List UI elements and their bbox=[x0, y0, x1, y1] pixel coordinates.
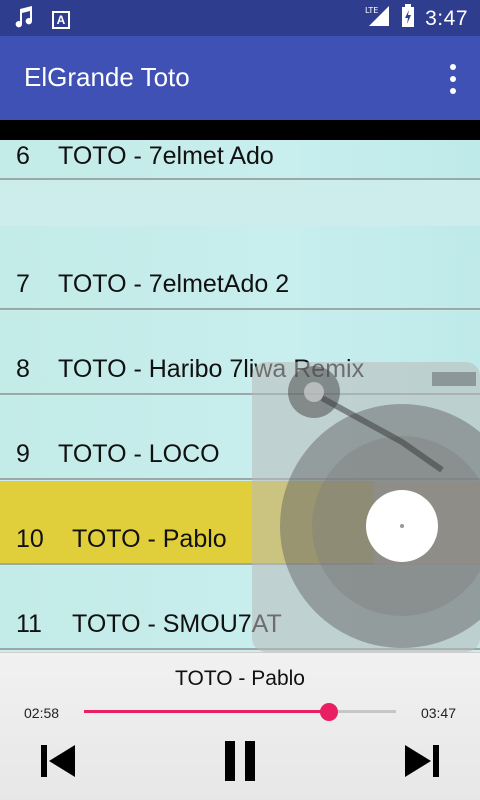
list-item[interactable]: 8 TOTO - Haribo 7liwa Remix bbox=[0, 311, 480, 395]
battery-charging-icon bbox=[401, 4, 415, 33]
pause-button[interactable] bbox=[218, 739, 262, 783]
skip-previous-icon bbox=[41, 745, 75, 777]
total-time: 03:47 bbox=[420, 705, 456, 721]
song-number: 8 bbox=[16, 355, 30, 383]
skip-next-icon bbox=[405, 745, 439, 777]
song-title: TOTO - 7elmetAdo 2 bbox=[58, 270, 290, 298]
overflow-menu-icon[interactable] bbox=[446, 64, 460, 94]
song-title: TOTO - Haribo 7liwa Remix bbox=[58, 355, 365, 383]
status-time: 3:47 bbox=[425, 6, 468, 30]
song-title: TOTO - 7elmet Ado bbox=[58, 142, 274, 170]
song-list[interactable]: 6 TOTO - 7elmet Ado 7 TOTO - 7elmetAdo 2… bbox=[0, 140, 480, 652]
status-bar: A LTE 3:47 bbox=[0, 0, 480, 36]
song-number: 9 bbox=[16, 440, 30, 468]
pause-icon bbox=[225, 741, 255, 781]
list-item[interactable]: 11 TOTO - SMOU7AT bbox=[0, 566, 480, 650]
previous-button[interactable] bbox=[36, 739, 80, 783]
app-title: ElGrande Toto bbox=[24, 62, 190, 92]
song-number: 10 bbox=[16, 525, 44, 553]
song-title: TOTO - SMOU7AT bbox=[72, 610, 282, 638]
song-title: TOTO - Pablo bbox=[72, 525, 227, 553]
music-note-icon bbox=[14, 6, 34, 33]
song-number: 11 bbox=[16, 610, 42, 638]
music-player: TOTO - Pablo 02:58 03:47 bbox=[0, 652, 480, 800]
now-playing-title: TOTO - Pablo bbox=[175, 667, 305, 690]
seek-bar[interactable] bbox=[84, 703, 396, 721]
svg-text:LTE: LTE bbox=[365, 6, 378, 15]
song-number: 6 bbox=[16, 142, 30, 170]
top-black-bar bbox=[0, 120, 480, 140]
app-bar: ElGrande Toto bbox=[0, 36, 480, 120]
list-item[interactable]: 9 TOTO - LOCO bbox=[0, 396, 480, 480]
song-number: 7 bbox=[16, 270, 30, 298]
text-notification-icon: A bbox=[52, 10, 70, 29]
list-item[interactable]: 6 TOTO - 7elmet Ado bbox=[0, 140, 480, 180]
next-button[interactable] bbox=[400, 739, 444, 783]
current-time: 02:58 bbox=[24, 705, 60, 721]
song-title: TOTO - LOCO bbox=[58, 440, 220, 468]
list-item[interactable]: 7 TOTO - 7elmetAdo 2 bbox=[0, 226, 480, 310]
lte-signal-icon: LTE bbox=[365, 4, 391, 33]
list-item-playing[interactable]: 10 TOTO - Pablo bbox=[0, 481, 480, 565]
seek-thumb[interactable] bbox=[319, 703, 338, 721]
seek-progress bbox=[84, 710, 329, 713]
